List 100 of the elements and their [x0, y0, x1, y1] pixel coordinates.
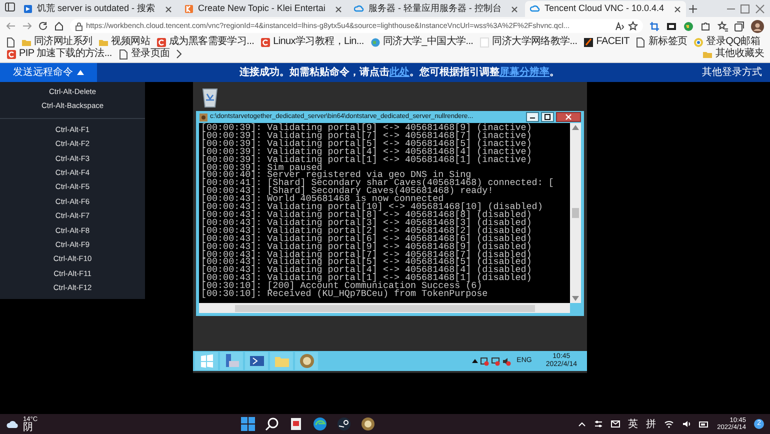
sliders-icon[interactable]	[594, 420, 604, 428]
powershell-icon[interactable]	[248, 353, 264, 369]
bookmark-link[interactable]: 成为黑客需要学习...	[156, 36, 254, 48]
bookmark-link[interactable]: 同济大学网络教学...	[479, 36, 578, 48]
maximize-icon[interactable]	[541, 112, 554, 122]
bookmark-link[interactable]: 同济网址系列	[21, 36, 92, 48]
console-line: [00:00:43]: Validating portal[1] <-> 405681468[1] (disabled)	[201, 274, 533, 282]
console-line: [00:00:39]: Sim paused	[201, 164, 322, 172]
close-icon[interactable]	[335, 6, 342, 12]
bookmark-link[interactable]: FACEIT	[583, 36, 630, 48]
network-icon[interactable]	[490, 356, 500, 366]
mail-icon[interactable]	[611, 420, 620, 428]
scroll-down-icon[interactable]	[572, 296, 579, 301]
close-icon[interactable]	[556, 112, 581, 122]
chevron-up-icon[interactable]	[578, 421, 586, 427]
console-line: [00:00:43]: Validating portal[9] <-> 405681468[9] (disabled)	[201, 242, 533, 250]
game-icon[interactable]	[360, 416, 376, 432]
back-icon[interactable]	[6, 21, 16, 31]
home-icon[interactable]	[54, 21, 64, 31]
notice-text: 连接成功。如需粘贴命令，请点击此处。您可根据指引调整屏幕分辨率。	[238, 65, 560, 80]
search-icon[interactable]	[264, 416, 280, 432]
console-line: [00:00:39]: Validating portal[7] <-> 405681468[7] (inactive)	[201, 132, 533, 140]
console-line: [00:00:43]: World 405681468 is now connected	[201, 195, 444, 204]
bookmark-link[interactable]: Linux学习教程，Lin...	[260, 36, 364, 48]
recycle-bin-icon[interactable]	[201, 86, 219, 108]
console-line: [00:30:10]: Received (KU_HQp7BCeu) from TokenPurpose	[201, 290, 489, 298]
console-line: [00:30:10]: [200] Account Communication Success (6)	[201, 282, 482, 290]
crop-icon[interactable]	[649, 20, 660, 32]
battery-icon[interactable]	[699, 420, 710, 428]
browser-tab[interactable]: Tencent Cloud VNC - 10.0.4.4	[525, 1, 686, 17]
server-manager-icon[interactable]	[224, 353, 240, 369]
puzzle-icon[interactable]	[700, 20, 711, 32]
page-icon[interactable]	[6, 36, 15, 48]
collections-icon[interactable]	[734, 20, 745, 32]
cloud-icon	[530, 4, 540, 14]
console-line: [00:00:43]: Validating portal[4] <-> 405681468[4] (disabled)	[201, 266, 533, 274]
console-app-icon	[199, 112, 208, 122]
minimize-icon[interactable]	[526, 112, 539, 122]
globe-icon	[370, 36, 381, 48]
console-line: [00:00:43]: Validating portal[8] <-> 405681468[8] (disabled)	[201, 210, 532, 219]
console-line: [00:00:43]: Validating portal[7] <-> 405681468[7] (disabled)	[201, 250, 533, 258]
input-method-indicator[interactable]: 英	[628, 416, 638, 432]
console-line: [00:00:39]: Validating portal[5] <-> 405681468[5] (inactive)	[201, 140, 533, 148]
start-icon[interactable]	[240, 416, 256, 432]
notice-link[interactable]: 屏幕分辨率	[500, 67, 550, 78]
chevron-right-icon[interactable]	[176, 49, 182, 59]
bookmark-link[interactable]: PIP 加速下载的方法...	[6, 48, 112, 60]
tab-actions-icon[interactable]	[4, 1, 16, 13]
avatar-icon[interactable]	[751, 20, 764, 32]
send-command-button[interactable]: 发送远程命令	[0, 63, 97, 82]
console-line: [00:00:40]: Server registered via geo DNS in Sing	[201, 171, 472, 180]
favorite-add-icon[interactable]	[628, 21, 638, 31]
speaker-icon[interactable]	[682, 420, 692, 428]
console-line: [00:00:41]: [Shard] Secondary shar Caves(405681468) connected: [	[201, 179, 555, 188]
notice-link[interactable]: 此处	[390, 67, 410, 78]
bookmark-link[interactable]: 视频网站	[98, 36, 150, 48]
bookmark-link[interactable]: 登录页面	[118, 48, 170, 60]
search-favicon-icon	[23, 4, 33, 14]
console-line: [00:00:39]: Validating portal[9] <-> 405681468[9] (inactive)	[201, 124, 533, 132]
horizontal-scrollbar[interactable]	[199, 303, 570, 313]
page-icon	[118, 48, 129, 60]
wifi-icon[interactable]	[664, 420, 674, 428]
film-icon[interactable]	[666, 20, 677, 32]
bookmark-folder[interactable]: 其他收藏夹	[702, 48, 764, 60]
bookmark-link[interactable]: 登录QQ邮箱	[693, 36, 760, 48]
console-line: [00:00:43]: Validating portal[10] <-> 405681468[10] (disabled)	[201, 203, 544, 211]
network-icon[interactable]	[480, 356, 489, 366]
vertical-scrollbar[interactable]	[570, 123, 581, 303]
console-line: [00:00:43]: [Shard] Secondary Caves(405681468) ready!	[201, 187, 494, 196]
scroll-thumb-icon[interactable]	[572, 208, 579, 218]
close-icon[interactable]	[165, 6, 172, 12]
start-icon[interactable]	[198, 353, 214, 369]
browser-icon[interactable]	[312, 416, 328, 432]
browser-tab[interactable]: Create New Topic - Klei Entertai	[179, 1, 348, 17]
read-aloud-icon[interactable]	[615, 22, 625, 30]
browser-tab[interactable]: 饥荒 server is outdated - 搜索	[18, 1, 178, 17]
alt-login-link[interactable]: 其他登录方式	[702, 65, 770, 80]
refresh-icon[interactable]	[38, 21, 48, 31]
globe-icon[interactable]	[683, 20, 694, 32]
console-line: [00:00:43]: Validating portal[5] <-> 405681468[5] (disabled)	[201, 258, 533, 266]
console-line: [00:00:43]: Validating portal[2] <-> 405681468[2] (disabled)	[201, 226, 533, 235]
console-line: [00:00:39]: Validating portal[4] <-> 405681468[4] (inactive)	[201, 148, 533, 156]
speaker-icon[interactable]	[502, 356, 511, 366]
bookmark-link[interactable]: 同济大学_中国大学...	[370, 36, 474, 48]
favorites-icon[interactable]	[717, 20, 728, 32]
logo-icon	[6, 48, 17, 60]
logo-favicon-icon	[184, 4, 194, 14]
close-icon[interactable]	[511, 6, 518, 12]
logo-icon	[583, 36, 594, 48]
scroll-thumb-icon[interactable]	[234, 304, 534, 312]
console-line: [00:00:43]: Validating portal[3] <-> 405681468[3] (disabled)	[201, 218, 533, 227]
forward-icon[interactable]	[22, 21, 32, 31]
caret-up-icon[interactable]	[472, 359, 478, 363]
input-method-indicator[interactable]: 拼	[646, 416, 656, 432]
close-icon[interactable]	[674, 6, 682, 12]
bookmark-link[interactable]: 新标签页	[635, 36, 688, 48]
browser-tab[interactable]: 服务器 - 轻量应用服务器 - 控制台	[349, 1, 524, 17]
scroll-up-icon[interactable]	[572, 125, 579, 130]
console-line: [00:00:39]: Validating portal[1] <-> 405681468[1] (inactive)	[201, 156, 533, 164]
weather-condition: 阴	[23, 422, 34, 432]
